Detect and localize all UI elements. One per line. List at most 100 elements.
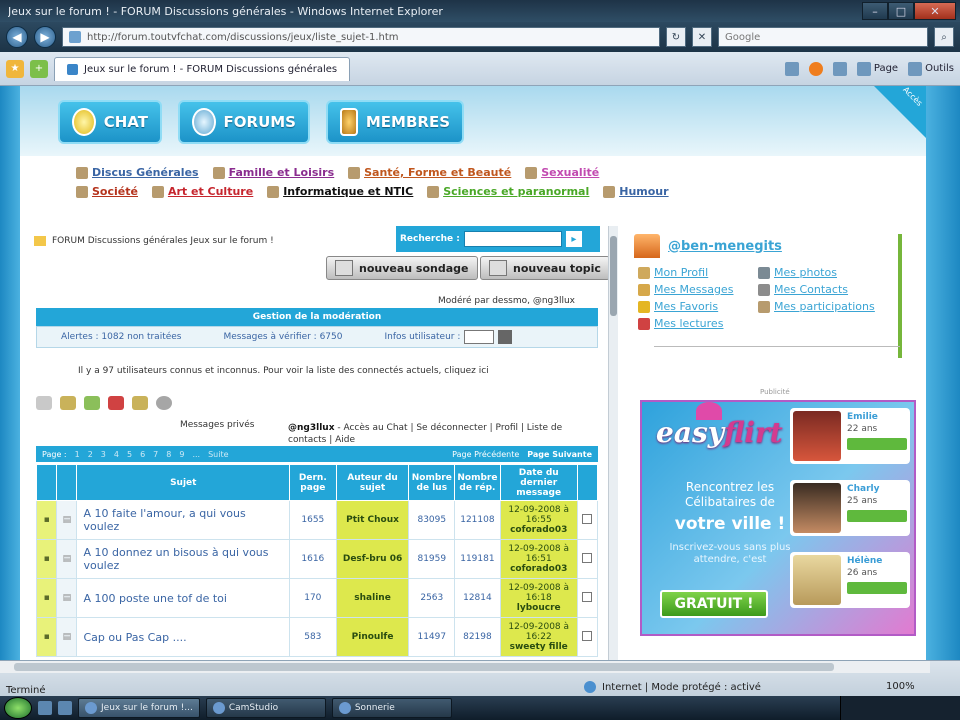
table-row[interactable]: ▪ ▤ Cap ou Pas Cap .... 583 Pinoulfe 11497 821… bbox=[35, 617, 599, 657]
user-info-submit[interactable] bbox=[498, 330, 513, 344]
taskbar-item-ie[interactable]: Jeux sur le forum !... bbox=[78, 698, 200, 718]
last-page-link[interactable]: 583 bbox=[289, 617, 337, 657]
member-link[interactable]: Mes lectures bbox=[638, 317, 752, 330]
last-message-author[interactable]: coforado03 bbox=[510, 564, 567, 574]
moderation-header[interactable]: Gestion de la modération bbox=[36, 308, 598, 326]
topic-subject-link[interactable]: A 100 poste une tof de toi bbox=[76, 578, 291, 618]
last-message-author[interactable]: lyboucre bbox=[517, 603, 561, 613]
category-link[interactable]: Sexualité bbox=[525, 166, 599, 179]
topic-subject-link[interactable]: A 10 faite l'amour, a qui vous voulez bbox=[76, 500, 291, 540]
header-replies[interactable]: Nombre de rép. bbox=[454, 464, 501, 501]
member-link[interactable]: Mes Messages bbox=[638, 283, 752, 296]
search-input[interactable]: Google bbox=[718, 27, 928, 47]
row-select-cell[interactable]: ▪ bbox=[35, 539, 58, 579]
header-last-message[interactable]: Date du dernier message bbox=[499, 464, 578, 501]
last-page-link[interactable]: 1655 bbox=[289, 500, 337, 540]
topic-subject-link[interactable]: A 10 donnez un bisous à qui vous voulez bbox=[76, 539, 291, 579]
row-checkbox[interactable] bbox=[576, 578, 599, 618]
ad-profile-card[interactable]: Charly 25 ans bbox=[790, 480, 910, 536]
print-button[interactable] bbox=[832, 61, 847, 76]
member-link[interactable]: Mes Contacts bbox=[758, 283, 888, 296]
security-zone[interactable]: Internet | Mode protégé : activé bbox=[584, 681, 761, 693]
topic-author[interactable]: shaline bbox=[335, 578, 410, 618]
row-select-cell[interactable]: ▪ bbox=[35, 617, 58, 657]
pager-page-link[interactable]: 8 bbox=[166, 450, 171, 459]
last-page-link[interactable]: 1616 bbox=[289, 539, 337, 579]
maximize-button[interactable]: □ bbox=[888, 2, 914, 20]
row-select-cell[interactable]: ▪ bbox=[35, 578, 58, 618]
search-icon[interactable] bbox=[156, 396, 172, 410]
row-select-cell[interactable]: ▪ bbox=[35, 500, 58, 540]
alerts-link[interactable]: Alertes : 1082 non traitées bbox=[61, 332, 181, 342]
inner-scrollbar[interactable] bbox=[608, 226, 618, 660]
profile-contact-button[interactable] bbox=[847, 582, 907, 594]
easyflirt-ad[interactable]: easyflirt Rencontrez les Célibataires de… bbox=[640, 400, 916, 636]
row-checkbox[interactable] bbox=[576, 617, 599, 657]
pager-page-link[interactable]: 2 bbox=[88, 450, 93, 459]
add-favorites-icon[interactable]: + bbox=[30, 59, 48, 78]
header-page[interactable]: Dern. page bbox=[289, 464, 337, 501]
ad-profile-card[interactable]: Hélène 26 ans bbox=[790, 552, 910, 608]
pager-page-link[interactable]: 4 bbox=[114, 450, 119, 459]
category-link[interactable]: Société bbox=[76, 185, 138, 198]
member-link[interactable]: Mes Favoris bbox=[638, 300, 752, 313]
table-row[interactable]: ▪ ▤ A 100 poste une tof de toi 170 shaline 25… bbox=[35, 578, 599, 618]
topic-author[interactable]: Ptit Choux bbox=[335, 500, 410, 540]
refresh-icon[interactable] bbox=[84, 396, 100, 410]
last-message-author[interactable]: sweety fille bbox=[510, 642, 568, 652]
header-subject[interactable]: Sujet bbox=[76, 464, 291, 501]
quicklaunch-ie-icon[interactable] bbox=[58, 701, 72, 715]
category-link[interactable]: Informatique et NTIC bbox=[267, 185, 413, 198]
pager-next[interactable]: Page Suivante bbox=[527, 450, 592, 459]
member-menu-title[interactable]: @ben-menegits bbox=[634, 234, 898, 258]
nav-forums-button[interactable]: FORUMS bbox=[178, 100, 310, 144]
checkbox[interactable] bbox=[582, 552, 593, 563]
close-button[interactable]: ✕ bbox=[914, 2, 956, 20]
table-row[interactable]: ▪ ▤ A 10 faite l'amour, a qui vous voulez 1… bbox=[35, 500, 599, 540]
inner-scroll-thumb[interactable] bbox=[610, 236, 617, 316]
checkbox[interactable] bbox=[582, 513, 593, 524]
pager-previous[interactable]: Page Précédente bbox=[452, 450, 519, 459]
feeds-button[interactable] bbox=[808, 61, 823, 76]
home-button[interactable] bbox=[784, 61, 799, 76]
ad-cta-button[interactable]: GRATUIT ! bbox=[660, 590, 768, 618]
horizontal-scroll-thumb[interactable] bbox=[14, 663, 834, 671]
nav-chat-button[interactable]: CHAT bbox=[58, 100, 162, 144]
back-icon[interactable]: ◀ bbox=[6, 26, 28, 48]
category-link[interactable]: Famille et Loisirs bbox=[212, 166, 334, 179]
address-bar[interactable]: http://forum.toutvfchat.com/discussions/… bbox=[62, 27, 660, 47]
category-link[interactable]: Sciences et paranormal bbox=[427, 185, 589, 198]
taskbar-item-sonnerie[interactable]: Sonnerie bbox=[331, 698, 452, 718]
last-message-cell[interactable]: 12-09-2008 à 16:18 lyboucre bbox=[499, 578, 578, 618]
search-go-icon[interactable]: ▸ bbox=[565, 231, 582, 247]
forum-search-input[interactable] bbox=[463, 231, 562, 247]
pager-page-link[interactable]: 3 bbox=[101, 450, 106, 459]
refresh-icon[interactable]: ↻ bbox=[666, 27, 686, 47]
member-link[interactable]: Mon Profil bbox=[638, 266, 752, 279]
last-page-link[interactable]: 170 bbox=[289, 578, 337, 618]
category-link[interactable]: Art et Culture bbox=[151, 185, 253, 198]
forward-icon[interactable]: ▶ bbox=[34, 26, 56, 48]
pager-page-link[interactable]: 5 bbox=[127, 450, 132, 459]
topic-author[interactable]: Desf-bru 06 bbox=[335, 539, 410, 579]
stop-icon[interactable]: ✕ bbox=[692, 27, 712, 47]
table-row[interactable]: ▪ ▤ A 10 donnez un bisous à qui vous voule… bbox=[35, 539, 599, 579]
search-icon[interactable]: ⌕ bbox=[934, 27, 954, 47]
folder-icon[interactable] bbox=[60, 396, 76, 410]
minimize-button[interactable]: – bbox=[862, 2, 888, 20]
pager-page-link[interactable]: Suite bbox=[208, 450, 228, 459]
favorites-star-icon[interactable]: ★ bbox=[6, 59, 24, 78]
row-checkbox[interactable] bbox=[576, 539, 599, 579]
checkbox[interactable] bbox=[582, 591, 593, 602]
topic-subject-link[interactable]: Cap ou Pas Cap .... bbox=[76, 617, 291, 657]
breadcrumb-text[interactable]: FORUM Discussions générales Jeux sur le … bbox=[52, 236, 274, 246]
corner-ribbon[interactable]: Accès bbox=[874, 86, 926, 138]
new-poll-button[interactable]: nouveau sondage bbox=[326, 256, 478, 280]
profile-contact-button[interactable] bbox=[847, 438, 907, 450]
row-checkbox[interactable] bbox=[576, 500, 599, 540]
mail-icon[interactable] bbox=[36, 396, 52, 410]
category-link[interactable]: Discus Générales bbox=[76, 166, 199, 179]
ad-profile-card[interactable]: Emilie 22 ans bbox=[790, 408, 910, 464]
taskbar-item-camstudio[interactable]: CamStudio bbox=[205, 698, 326, 718]
start-button[interactable] bbox=[4, 697, 32, 719]
